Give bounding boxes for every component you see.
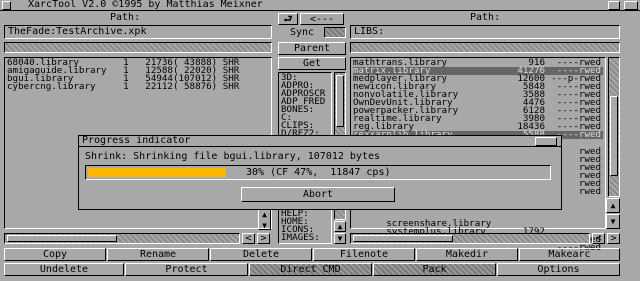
parent-button[interactable]: Parent <box>278 42 346 55</box>
right-path-value: LIBS: <box>354 26 385 37</box>
makearc-button[interactable]: Makearc <box>519 248 620 261</box>
filenote-button[interactable]: Filenote <box>313 248 415 261</box>
left-path-input[interactable]: TheFade:TestArchive.xpk <box>4 25 272 39</box>
depth-gadget-icon[interactable] <box>624 1 638 10</box>
file-protection: rwed <box>578 186 601 197</box>
left-path-label: Path: <box>110 12 141 23</box>
sync-toggle[interactable] <box>324 27 346 38</box>
dialog-title: Progress indicator <box>82 135 191 146</box>
close-gadget-icon[interactable] <box>2 1 11 10</box>
scroll-down-arrow-icon[interactable]: ▼ <box>334 233 346 244</box>
options-button[interactable]: Options <box>497 263 620 276</box>
progress-dialog: Progress indicator Shrink: Shrinking fil… <box>78 135 562 210</box>
list-item[interactable]: screenshare.library 1792 ----rwed <box>353 212 603 244</box>
right-horizontal-scrollbar[interactable] <box>350 233 590 244</box>
left-list-scroll-arrows-icon[interactable]: ▲ ▼ <box>258 208 271 230</box>
delete-button[interactable]: Delete <box>210 248 312 261</box>
progress-fill <box>88 168 226 177</box>
scroll-up-arrow-icon[interactable]: ▲ <box>334 221 346 232</box>
swap-icon[interactable]: ⮐ <box>278 13 298 25</box>
left-status-bar <box>4 42 272 53</box>
scroll-right-arrow-icon[interactable]: > <box>257 233 270 244</box>
pack-button[interactable]: Pack <box>373 263 496 276</box>
abort-button[interactable]: Abort <box>241 187 395 202</box>
direct-cmd-button[interactable]: Direct CMD <box>249 263 372 276</box>
copy-button[interactable]: Copy <box>4 248 106 261</box>
list-item[interactable]: systemplus.library 8536 ----rwed <box>353 220 603 252</box>
left-scroll-knob[interactable] <box>7 235 117 242</box>
protect-button[interactable]: Protect <box>125 263 248 276</box>
right-vertical-scrollbar[interactable] <box>608 57 620 197</box>
right-path-label: Path: <box>470 12 501 23</box>
zoom-gadget-icon[interactable] <box>608 1 620 10</box>
right-scroll-knob-h[interactable] <box>353 235 453 242</box>
right-status-bar <box>350 42 620 53</box>
right-scroll-right-icon[interactable]: > <box>607 233 620 244</box>
title-bar[interactable]: XarcTool V2.0 ©1995 by Matthias Meixner <box>0 0 640 11</box>
right-scroll-left-icon[interactable]: < <box>592 233 605 244</box>
dialog-depth-icon[interactable] <box>535 137 557 146</box>
progress-bar: 30% (CF 47%, 11847 cps) <box>85 165 551 180</box>
list-item[interactable]: cybercng.library 1 22112( 58876) SHR <box>7 82 239 91</box>
sync-label: Sync <box>289 27 315 38</box>
window-title: XarcTool V2.0 ©1995 by Matthias Meixner <box>28 0 263 10</box>
dialog-message: Shrink: Shrinking file bgui.library, 107… <box>85 151 381 162</box>
file-protection: ----rwed <box>556 129 601 140</box>
rename-button[interactable]: Rename <box>107 248 209 261</box>
copy-direction-button[interactable]: <--- <box>300 13 344 25</box>
left-horizontal-scrollbar[interactable] <box>4 233 240 244</box>
left-path-value: TheFade:TestArchive.xpk <box>8 26 147 37</box>
makedir-button[interactable]: Makedir <box>416 248 518 261</box>
device-item[interactable]: IMAGES: <box>281 233 320 242</box>
scroll-left-arrow-icon[interactable]: < <box>242 233 255 244</box>
right-scroll-knob[interactable] <box>610 96 618 176</box>
dialog-title-bar[interactable]: Progress indicator <box>79 136 561 147</box>
right-scroll-down-icon[interactable]: ▼ <box>606 214 620 229</box>
right-path-input[interactable]: LIBS: <box>350 25 620 39</box>
progress-text: 30% (CF 47%, 11847 cps) <box>246 167 391 178</box>
device-scroll-knob[interactable] <box>336 75 344 127</box>
right-scroll-up-icon[interactable]: ▲ <box>606 198 620 213</box>
get-button[interactable]: Get <box>278 57 346 70</box>
undelete-button[interactable]: Undelete <box>4 263 124 276</box>
